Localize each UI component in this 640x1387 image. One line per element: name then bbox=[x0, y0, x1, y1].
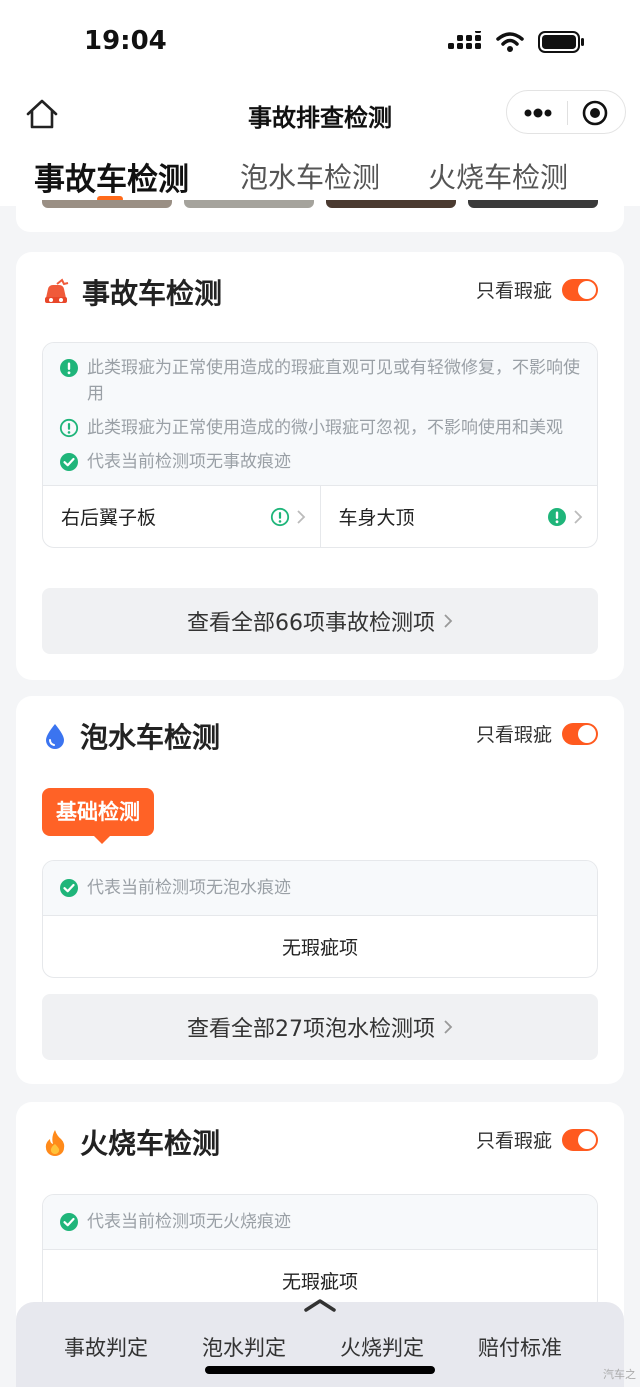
close-mini-program-icon[interactable] bbox=[581, 99, 609, 127]
defect-item[interactable]: 右后翼子板 bbox=[43, 486, 320, 547]
fire-card-header: 火烧车检测 bbox=[42, 1122, 220, 1162]
accident-card: 事故车检测 只看瑕疵 此类瑕疵为正常使用造成的瑕疵直观可见或有轻微修复，不影响使… bbox=[16, 252, 624, 680]
view-all-accident-button[interactable]: 查看全部66项事故检测项 bbox=[42, 588, 598, 654]
water-card-title: 泡水车检测 bbox=[80, 721, 221, 754]
only-defects-toggle[interactable] bbox=[562, 1128, 598, 1151]
tab-accident[interactable]: 事故车检测 bbox=[34, 154, 189, 199]
watermark: 汽车之 bbox=[603, 1368, 636, 1381]
view-all-water-button[interactable]: 查看全部27项泡水检测项 bbox=[42, 994, 598, 1060]
legend-text: 代表当前检测项无事故痕迹 bbox=[87, 452, 291, 472]
mini-program-capsule bbox=[506, 90, 626, 134]
water-only-defects: 只看瑕疵 bbox=[476, 720, 598, 747]
home-indicator[interactable] bbox=[205, 1366, 435, 1374]
view-all-label: 查看全部27项泡水检测项 bbox=[187, 1017, 435, 1042]
photo-thumbnail[interactable] bbox=[42, 200, 172, 208]
legend-area: 代表当前检测项无火烧痕迹 bbox=[43, 1195, 597, 1249]
legend-row: 代表当前检测项无火烧痕迹 bbox=[59, 1209, 581, 1235]
legend-row: 代表当前检测项无事故痕迹 bbox=[59, 449, 581, 475]
view-all-label: 查看全部66项事故检测项 bbox=[187, 611, 435, 636]
chevron-right-icon bbox=[296, 509, 305, 524]
photo-card-bottom bbox=[16, 206, 624, 232]
accident-card-title: 事故车检测 bbox=[82, 277, 223, 310]
accident-card-header: 事故车检测 bbox=[42, 272, 222, 312]
accident-car-icon bbox=[45, 278, 69, 303]
capsule-divider bbox=[567, 101, 568, 125]
basic-check-badge: 基础检测 bbox=[42, 788, 154, 844]
defect-items-row: 右后翼子板 车身大顶 bbox=[43, 485, 597, 547]
status-bar: 19:04 bbox=[0, 0, 640, 88]
water-legend-box: 代表当前检测项无泡水痕迹 无瑕疵项 bbox=[42, 860, 598, 978]
photo-thumbnail[interactable] bbox=[184, 200, 314, 208]
nav-bar: 事故排查检测 bbox=[0, 88, 640, 140]
detection-tabs: 事故车检测 泡水车检测 火烧车检测 bbox=[0, 140, 640, 206]
legend-text: 此类瑕疵为正常使用造成的瑕疵直观可见或有轻微修复，不影响使用 bbox=[87, 358, 580, 404]
legend-area: 此类瑕疵为正常使用造成的瑕疵直观可见或有轻微修复，不影响使用 此类瑕疵为正常使用… bbox=[43, 343, 597, 485]
nav-fire-judgement[interactable]: 火烧判定 bbox=[340, 1332, 424, 1362]
cellular-signal-icon bbox=[448, 31, 481, 49]
only-defects-label: 只看瑕疵 bbox=[475, 724, 552, 746]
water-drop-icon bbox=[46, 724, 64, 749]
more-icon[interactable] bbox=[521, 101, 555, 125]
check-circle-icon bbox=[60, 879, 78, 897]
wifi-icon bbox=[496, 32, 524, 52]
only-defects-label: 只看瑕疵 bbox=[475, 1130, 552, 1152]
chevron-right-icon bbox=[444, 1020, 453, 1034]
status-time: 19:04 bbox=[84, 26, 167, 56]
battery-icon bbox=[538, 31, 584, 53]
legend-row: 代表当前检测项无泡水痕迹 bbox=[59, 875, 581, 901]
status-icons bbox=[448, 30, 586, 54]
chevron-up-icon[interactable] bbox=[302, 1296, 338, 1314]
photo-thumbnail[interactable] bbox=[468, 200, 598, 208]
defect-item[interactable]: 车身大顶 bbox=[319, 486, 598, 547]
nav-compensation-standard[interactable]: 赔付标准 bbox=[478, 1332, 562, 1362]
only-defects-toggle[interactable] bbox=[562, 278, 598, 301]
legend-text: 代表当前检测项无火烧痕迹 bbox=[87, 1212, 291, 1232]
legend-area: 代表当前检测项无泡水痕迹 bbox=[43, 861, 597, 915]
fire-only-defects: 只看瑕疵 bbox=[476, 1126, 598, 1153]
accident-only-defects: 只看瑕疵 bbox=[476, 276, 598, 303]
nav-accident-judgement[interactable]: 事故判定 bbox=[64, 1332, 148, 1362]
only-defects-label: 只看瑕疵 bbox=[475, 280, 552, 302]
legend-text: 代表当前检测项无泡水痕迹 bbox=[87, 878, 291, 898]
flame-icon bbox=[45, 1130, 65, 1156]
accident-legend-box: 此类瑕疵为正常使用造成的瑕疵直观可见或有轻微修复，不影响使用 此类瑕疵为正常使用… bbox=[42, 342, 598, 548]
chevron-right-icon bbox=[574, 509, 583, 524]
exclamation-solid-icon bbox=[548, 507, 566, 526]
nav-water-judgement[interactable]: 泡水判定 bbox=[202, 1332, 286, 1362]
legend-row: 此类瑕疵为正常使用造成的瑕疵直观可见或有轻微修复，不影响使用 bbox=[59, 355, 581, 407]
check-circle-icon bbox=[60, 453, 78, 471]
water-card: 泡水车检测 只看瑕疵 基础检测 代表当前检测项无泡水痕迹 无瑕疵项 查看全部27… bbox=[16, 696, 624, 1084]
chevron-right-icon bbox=[444, 614, 453, 628]
no-defect-row: 无瑕疵项 bbox=[43, 915, 597, 977]
tab-water[interactable]: 泡水车检测 bbox=[240, 156, 380, 196]
legend-row: 此类瑕疵为正常使用造成的微小瑕疵可忽视，不影响使用和美观 bbox=[59, 415, 581, 441]
defect-item-name: 车身大顶 bbox=[338, 507, 415, 529]
tab-fire[interactable]: 火烧车检测 bbox=[428, 156, 568, 196]
check-circle-icon bbox=[60, 1213, 78, 1231]
exclamation-outline-icon bbox=[270, 507, 289, 526]
legend-text: 此类瑕疵为正常使用造成的微小瑕疵可忽视，不影响使用和美观 bbox=[87, 418, 563, 438]
bottom-anchor-nav: 事故判定 泡水判定 火烧判定 赔付标准 bbox=[16, 1299, 624, 1387]
fire-card-title: 火烧车检测 bbox=[80, 1127, 221, 1160]
fire-legend-box: 代表当前检测项无火烧痕迹 无瑕疵项 bbox=[42, 1194, 598, 1312]
exclamation-solid-icon bbox=[60, 359, 78, 377]
photo-thumbnail[interactable] bbox=[326, 200, 456, 208]
water-card-header: 泡水车检测 bbox=[42, 716, 220, 756]
exclamation-outline-icon bbox=[59, 418, 79, 438]
only-defects-toggle[interactable] bbox=[562, 722, 598, 745]
defect-item-name: 右后翼子板 bbox=[61, 507, 157, 529]
